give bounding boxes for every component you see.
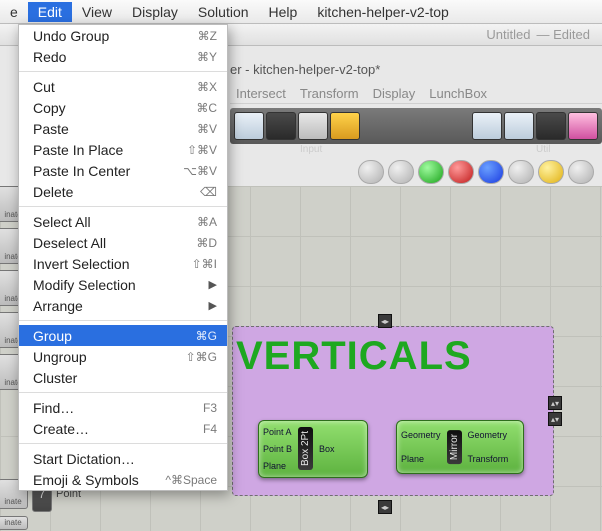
pill-sketch-icon[interactable]	[358, 160, 384, 184]
menu-delete[interactable]: Delete⌫	[19, 181, 227, 202]
port-geometry-in[interactable]: Geometry	[401, 430, 441, 440]
pill-green-icon[interactable]	[418, 160, 444, 184]
tool-cherry-icon[interactable]	[472, 112, 502, 140]
menu-modify-selection[interactable]: Modify Selection▶	[19, 274, 227, 295]
menu-app-name[interactable]: kitchen-helper-v2-top	[307, 2, 459, 22]
component-box2pt[interactable]: Point A Point B Plane Box 2Pt Box	[258, 420, 368, 478]
menu-deselect-all[interactable]: Deselect All⌘D	[19, 232, 227, 253]
handle-right-2[interactable]: ▴▾	[548, 412, 562, 426]
port-plane-in[interactable]: Plane	[401, 454, 441, 464]
pill-blue-icon[interactable]	[478, 160, 504, 184]
port-geometry-out[interactable]: Geometry	[468, 430, 509, 440]
pill-red-icon[interactable]	[448, 160, 474, 184]
handle-bottom[interactable]: ◂▸	[378, 500, 392, 514]
mirror-outputs: Geometry Transform	[464, 421, 513, 473]
menu-paste-in-center[interactable]: Paste In Center⌥⌘V	[19, 160, 227, 181]
menu-help[interactable]: Help	[259, 2, 308, 22]
menu-group[interactable]: Group⌘G	[19, 325, 227, 346]
menu-view[interactable]: View	[72, 2, 122, 22]
tool-tree-icon[interactable]	[504, 112, 534, 140]
menu-paste-in-place[interactable]: Paste In Place⇧⌘V	[19, 139, 227, 160]
pill-grey-icon[interactable]	[508, 160, 534, 184]
tool-stream-icon[interactable]	[330, 112, 360, 140]
tab-transform[interactable]: Transform	[300, 86, 359, 101]
menu-solution[interactable]: Solution	[188, 2, 259, 22]
menu-find[interactable]: Find…F3	[19, 397, 227, 418]
menu-select-all[interactable]: Select All⌘A	[19, 211, 227, 232]
menu-edit[interactable]: Edit	[28, 2, 72, 22]
handle-top[interactable]: ◂▸	[378, 314, 392, 328]
port-point-a[interactable]: Point A	[263, 427, 292, 437]
component-mirror[interactable]: Geometry Plane Mirror Geometry Transform	[396, 420, 524, 474]
menu-display[interactable]: Display	[122, 2, 188, 22]
mirror-core: Mirror	[447, 430, 462, 464]
tool-panel-icon[interactable]	[234, 112, 264, 140]
menu-cluster[interactable]: Cluster	[19, 367, 227, 388]
menu-copy[interactable]: Copy⌘C	[19, 97, 227, 118]
menu-undo-group[interactable]: Undo Group⌘Z	[19, 25, 227, 46]
chevron-right-icon: ▶	[209, 278, 217, 291]
box2pt-core: Box 2Pt	[298, 427, 313, 470]
port-box-out[interactable]: Box	[319, 444, 335, 454]
tab-intersect[interactable]: Intersect	[236, 86, 286, 101]
menu-start-dictation[interactable]: Start Dictation…	[19, 448, 227, 469]
menu-apple[interactable]: e	[0, 2, 28, 22]
menu-invert-selection[interactable]: Invert Selection⇧⌘I	[19, 253, 227, 274]
menu-emoji-symbols[interactable]: Emoji & Symbols^⌘Space	[19, 469, 227, 490]
pill-wire-icon[interactable]	[388, 160, 414, 184]
view-pill-row	[358, 158, 594, 186]
menu-redo[interactable]: Redo⌘Y	[19, 46, 227, 67]
handle-right-1[interactable]: ▴▾	[548, 396, 562, 410]
menu-paste[interactable]: Paste⌘V	[19, 118, 227, 139]
gh-window-title: er - kitchen-helper-v2-top*	[230, 62, 380, 77]
tool-util-icon[interactable]	[536, 112, 566, 140]
toolbar-caption-util: Util	[536, 144, 550, 155]
gh-toolbar	[230, 108, 602, 144]
box2pt-outputs: Box	[315, 421, 339, 477]
group-label: VERTICALS	[236, 334, 472, 379]
pill-disabled-icon[interactable]	[568, 160, 594, 184]
menu-arrange[interactable]: Arrange▶	[19, 295, 227, 316]
tool-box-icon[interactable]	[298, 112, 328, 140]
tool-flask-icon[interactable]	[568, 112, 598, 140]
menu-ungroup[interactable]: Ungroup⇧⌘G	[19, 346, 227, 367]
menubar: e Edit View Display Solution Help kitche…	[0, 0, 602, 24]
box2pt-inputs: Point A Point B Plane	[259, 421, 296, 477]
tool-black-icon[interactable]	[266, 112, 296, 140]
toolbar-caption-input: Input	[300, 144, 322, 155]
menu-create[interactable]: Create…F4	[19, 418, 227, 439]
gh-tab-row: Intersect Transform Display LunchBox	[230, 84, 602, 104]
list-item[interactable]: inate	[0, 516, 28, 530]
doc-status: — Edited	[537, 27, 591, 42]
doc-title: Untitled	[486, 27, 530, 42]
pill-yellow-icon[interactable]	[538, 160, 564, 184]
mirror-inputs: Geometry Plane	[397, 421, 445, 473]
menu-cut[interactable]: Cut⌘X	[19, 76, 227, 97]
port-transform-out[interactable]: Transform	[468, 454, 509, 464]
port-plane[interactable]: Plane	[263, 461, 292, 471]
tab-display[interactable]: Display	[373, 86, 416, 101]
port-point-b[interactable]: Point B	[263, 444, 292, 454]
edit-dropdown: Undo Group⌘Z Redo⌘Y Cut⌘X Copy⌘C Paste⌘V…	[18, 24, 228, 491]
tab-lunchbox[interactable]: LunchBox	[429, 86, 487, 101]
chevron-right-icon: ▶	[209, 299, 217, 312]
